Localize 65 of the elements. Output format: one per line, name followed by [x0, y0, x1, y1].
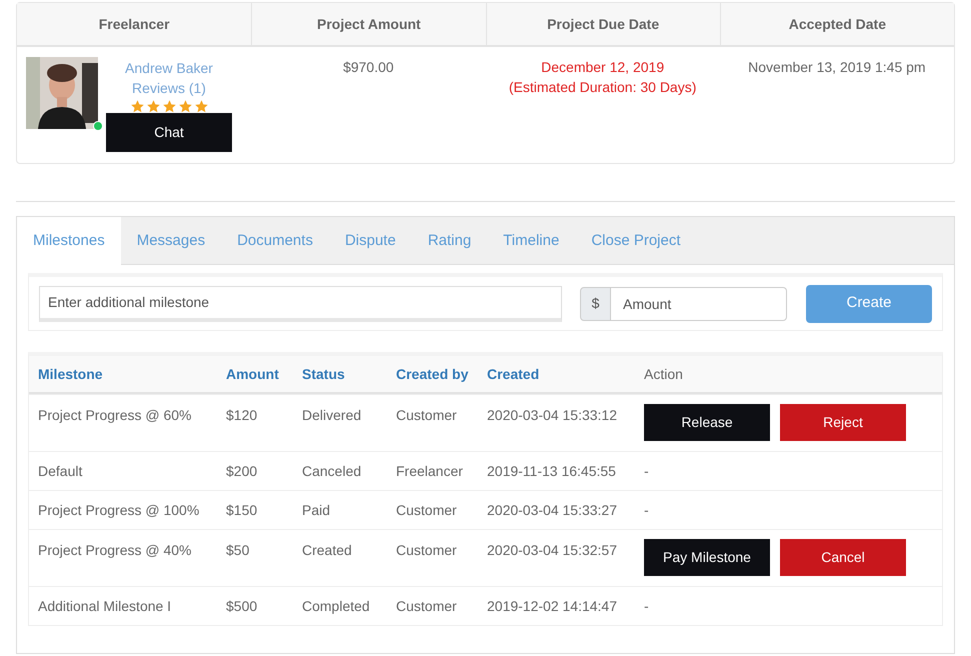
- table-cell: $500: [226, 598, 258, 614]
- column-header: Action: [644, 366, 683, 382]
- table-cell: Created: [302, 542, 352, 558]
- tab[interactable]: Close Project: [575, 217, 697, 265]
- reviews-link[interactable]: Reviews (1): [132, 78, 206, 98]
- table-cell: 2019-11-13 16:45:55: [487, 463, 616, 479]
- tab[interactable]: Dispute: [328, 217, 412, 265]
- table-cell: Customer: [396, 598, 457, 614]
- table-cell: $120: [226, 407, 258, 423]
- table-cell: $50: [226, 542, 250, 558]
- table-cell: Additional Milestone I: [38, 598, 172, 614]
- milestone-field[interactable]: Enter additional milestone: [39, 286, 562, 322]
- table-cell: $150: [226, 502, 258, 518]
- table-cell: Project Progress @ 100%: [38, 502, 200, 518]
- action-button[interactable]: Cancel: [780, 539, 906, 576]
- sort-link[interactable]: Created by: [396, 366, 468, 382]
- project-amount: $970.00: [343, 58, 394, 77]
- table-cell-text: -: [644, 501, 649, 520]
- table-cell: 2020-03-04 15:32:57: [487, 542, 617, 558]
- action-button[interactable]: Release: [644, 404, 770, 441]
- tab[interactable]: Documents: [221, 217, 329, 265]
- action-button[interactable]: Reject: [780, 404, 906, 441]
- accepted-date: November 13, 2019 1:45 pm: [748, 58, 926, 77]
- star-icon: [162, 99, 176, 114]
- star-icon: [130, 99, 144, 114]
- table-cell: Canceled: [302, 463, 362, 479]
- table-cell: Customer: [396, 542, 457, 558]
- tab[interactable]: Messages: [120, 217, 222, 265]
- table-cell: Project Progress @ 60%: [38, 407, 192, 423]
- table-cell: Project Progress @ 40%: [38, 542, 192, 558]
- column-header: Freelancer: [98, 14, 170, 34]
- tab[interactable]: Rating: [412, 217, 488, 265]
- column-header: Project Due Date: [547, 14, 660, 34]
- table-cell: Customer: [396, 502, 457, 518]
- sort-link[interactable]: Created: [487, 366, 540, 382]
- sort-link[interactable]: Status: [302, 366, 345, 382]
- table-cell: Delivered: [302, 407, 362, 423]
- create-button[interactable]: Create: [806, 284, 932, 322]
- table-cell-text: -: [644, 597, 649, 616]
- chat-button[interactable]: Chat: [106, 113, 232, 152]
- star-icon: [178, 99, 192, 114]
- sort-link[interactable]: Amount: [226, 366, 279, 382]
- star-icon: [146, 99, 160, 114]
- star-icon: [194, 99, 208, 114]
- table-cell: Freelancer: [396, 463, 463, 479]
- freelancer-link[interactable]: Andrew Baker: [125, 58, 213, 78]
- column-header: Project Amount: [317, 14, 421, 34]
- column-header: Accepted Date: [788, 14, 886, 34]
- table-cell: Paid: [302, 502, 330, 518]
- table-cell-text: -: [644, 462, 649, 481]
- table-cell: 2019-12-02 14:14:47: [487, 598, 617, 614]
- table-cell: 2020-03-04 15:33:27: [487, 502, 617, 518]
- estimated-duration: (Estimated Duration: 30 Days): [508, 78, 696, 97]
- tab[interactable]: Timeline: [487, 217, 576, 265]
- table-cell: Customer: [396, 407, 457, 423]
- tab[interactable]: Milestones: [17, 217, 121, 266]
- table-cell: 2020-03-04 15:33:12: [487, 407, 617, 423]
- due-date: December 12, 2019: [541, 58, 664, 77]
- table-cell: $200: [226, 463, 258, 479]
- table-cell: Completed: [302, 598, 370, 614]
- table-cell: Default: [38, 463, 82, 479]
- action-button[interactable]: Pay Milestone: [644, 539, 770, 576]
- currency-label: $: [580, 286, 611, 320]
- amount-field[interactable]: Amount: [611, 286, 787, 320]
- sort-link[interactable]: Milestone: [38, 366, 103, 382]
